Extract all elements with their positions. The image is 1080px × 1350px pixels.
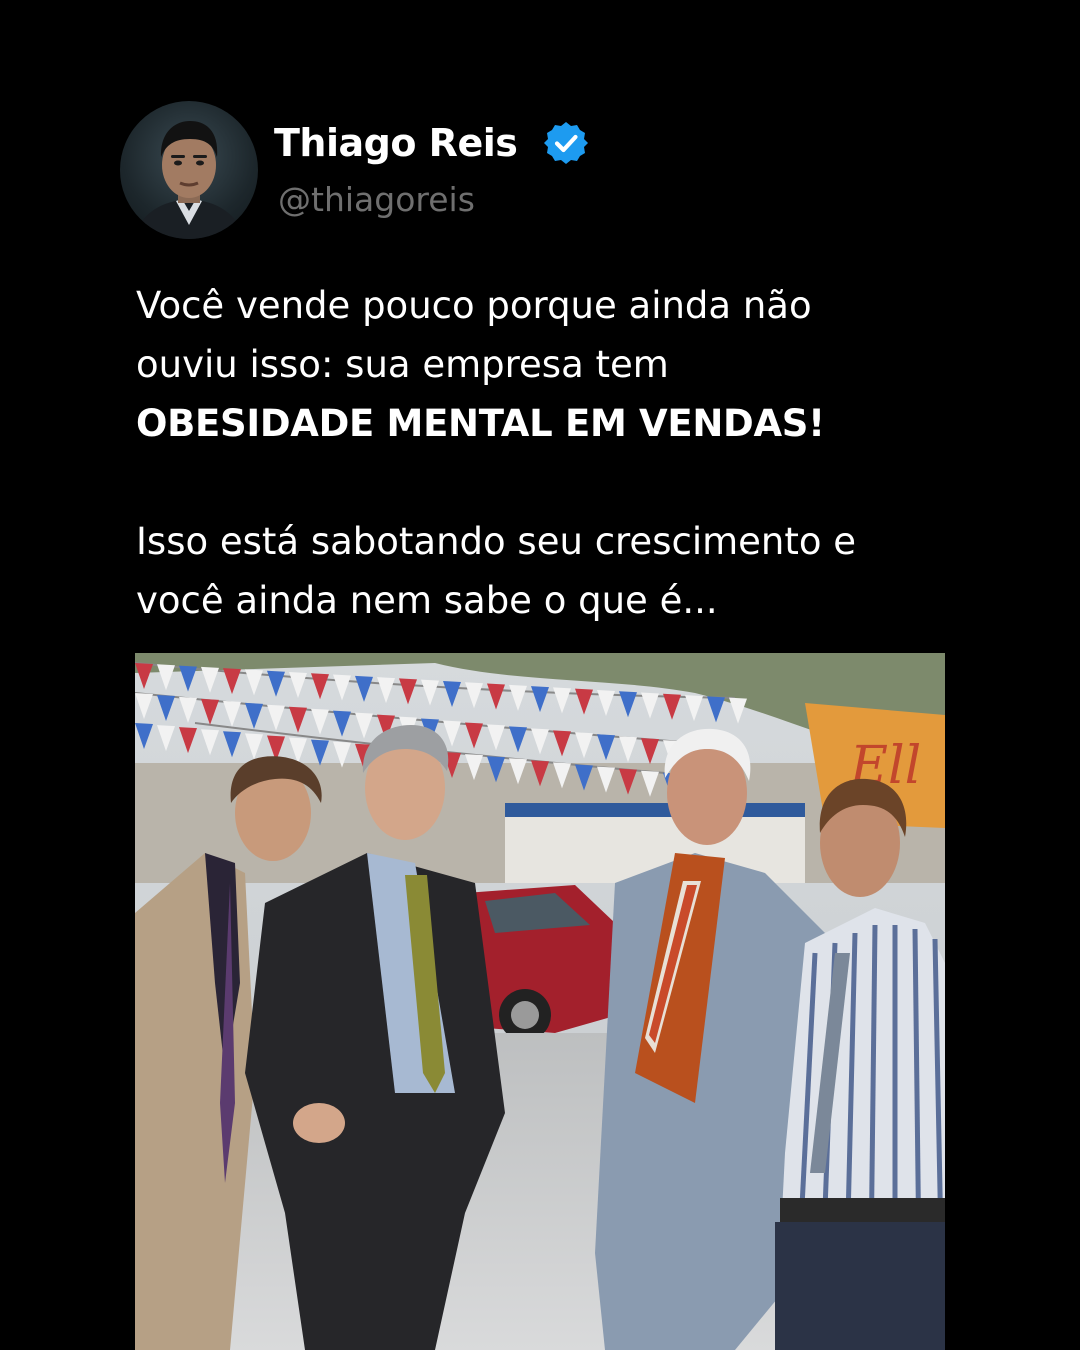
post-text-line: você ainda nem sabe o que é...: [136, 579, 718, 622]
post-image[interactable]: Ell: [135, 653, 945, 1350]
post-text-line: Você vende pouco porque ainda não: [136, 284, 812, 327]
name-row: Thiago Reis: [274, 120, 589, 166]
author-handle[interactable]: @thiagoreis: [278, 180, 589, 220]
author-name[interactable]: Thiago Reis: [274, 120, 518, 166]
post-header: Thiago Reis @thiagoreis: [120, 101, 589, 239]
post-photo-illustration: Ell: [135, 653, 945, 1350]
post-text-line: Isso está sabotando seu crescimento e: [136, 520, 857, 563]
avatar-portrait: [134, 121, 244, 239]
post-text: Você vende pouco porque ainda não ouviu …: [136, 276, 936, 630]
verified-badge-icon: [543, 120, 589, 166]
avatar[interactable]: [120, 101, 258, 239]
post-text-emphasis: OBESIDADE MENTAL EM VENDAS!: [136, 402, 825, 445]
post-text-line: ouviu isso: sua empresa tem: [136, 343, 669, 386]
author-identity: Thiago Reis @thiagoreis: [274, 120, 589, 220]
post-card: Thiago Reis @thiagoreis Você vende pouco…: [0, 0, 1080, 1350]
